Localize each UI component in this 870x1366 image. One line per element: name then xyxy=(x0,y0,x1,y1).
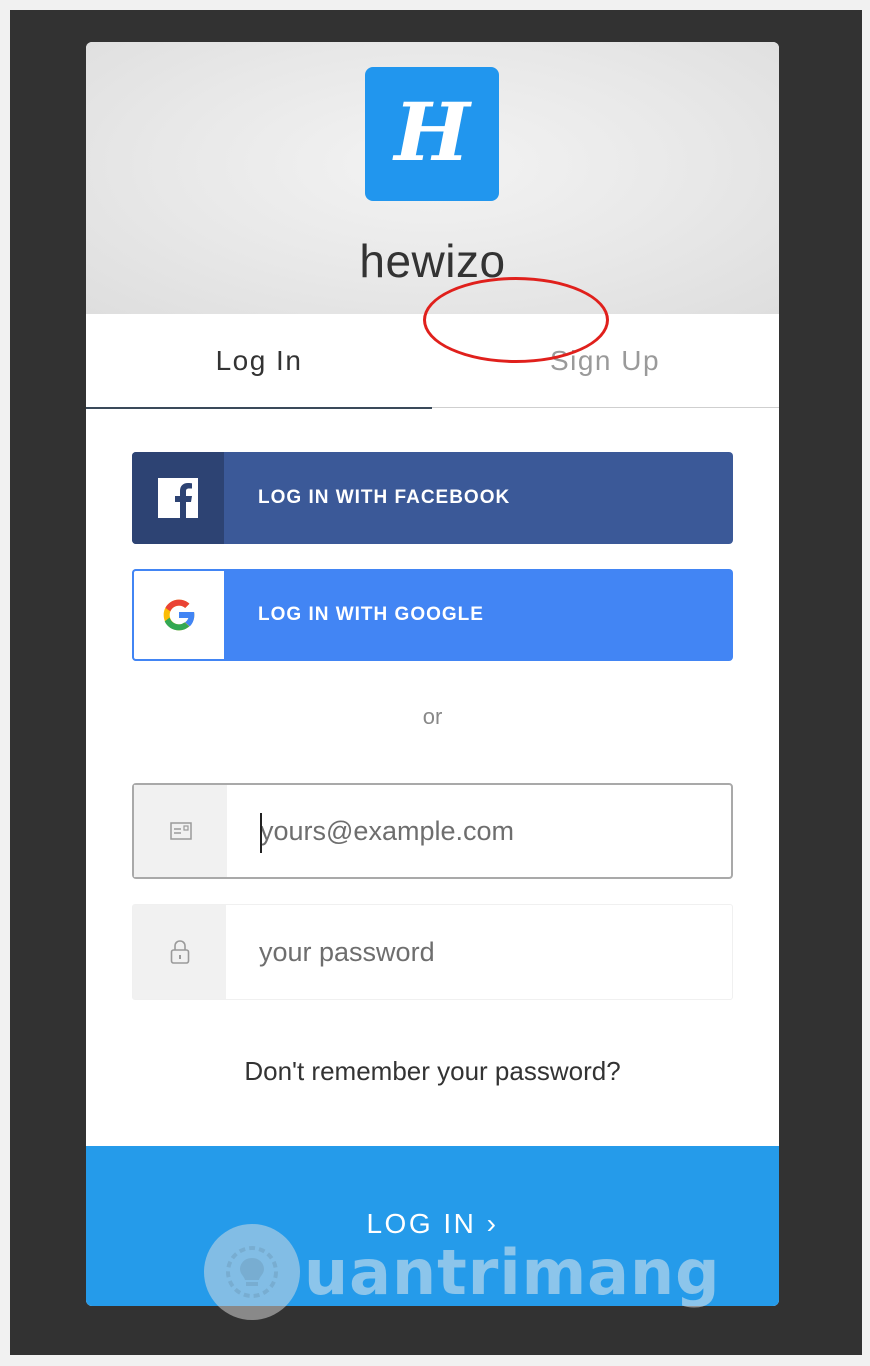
email-addon xyxy=(134,785,227,877)
logo-letter-icon: H xyxy=(392,86,472,179)
email-field xyxy=(132,783,733,879)
tab-sign-up[interactable]: Sign Up xyxy=(432,314,778,408)
lock-icon xyxy=(170,940,189,964)
password-addon xyxy=(133,905,226,999)
facebook-login-label: LOG IN WITH FACEBOOK xyxy=(258,487,511,508)
or-divider: or xyxy=(422,704,443,729)
facebook-icon xyxy=(158,478,198,518)
hewizo-logo: H xyxy=(365,67,499,201)
facebook-icon-box xyxy=(132,452,224,544)
svg-text:H: H xyxy=(392,86,472,179)
text-caret xyxy=(260,813,262,853)
brand-name: hewizo xyxy=(359,235,506,287)
login-card: H hewizo Log In Sign Up LOG IN WITH FACE… xyxy=(86,42,779,1306)
google-login-label: LOG IN WITH GOOGLE xyxy=(258,604,484,625)
log-in-submit-label: LOG IN › xyxy=(366,1208,499,1239)
google-icon xyxy=(163,599,196,631)
forgot-password-link[interactable]: Don't remember your password? xyxy=(86,1056,779,1087)
card-header: H hewizo xyxy=(86,42,779,314)
log-in-submit-button[interactable]: LOG IN › xyxy=(86,1146,779,1306)
email-input[interactable] xyxy=(227,785,732,877)
tab-log-in[interactable]: Log In xyxy=(86,314,432,409)
facebook-login-button[interactable]: LOG IN WITH FACEBOOK xyxy=(132,452,733,544)
google-login-button[interactable]: LOG IN WITH GOOGLE xyxy=(132,569,733,661)
envelope-icon xyxy=(169,822,192,840)
auth-tabs: Log In Sign Up xyxy=(86,314,779,409)
password-input[interactable] xyxy=(226,905,731,999)
google-icon-box xyxy=(132,569,224,661)
password-field xyxy=(132,904,733,1000)
